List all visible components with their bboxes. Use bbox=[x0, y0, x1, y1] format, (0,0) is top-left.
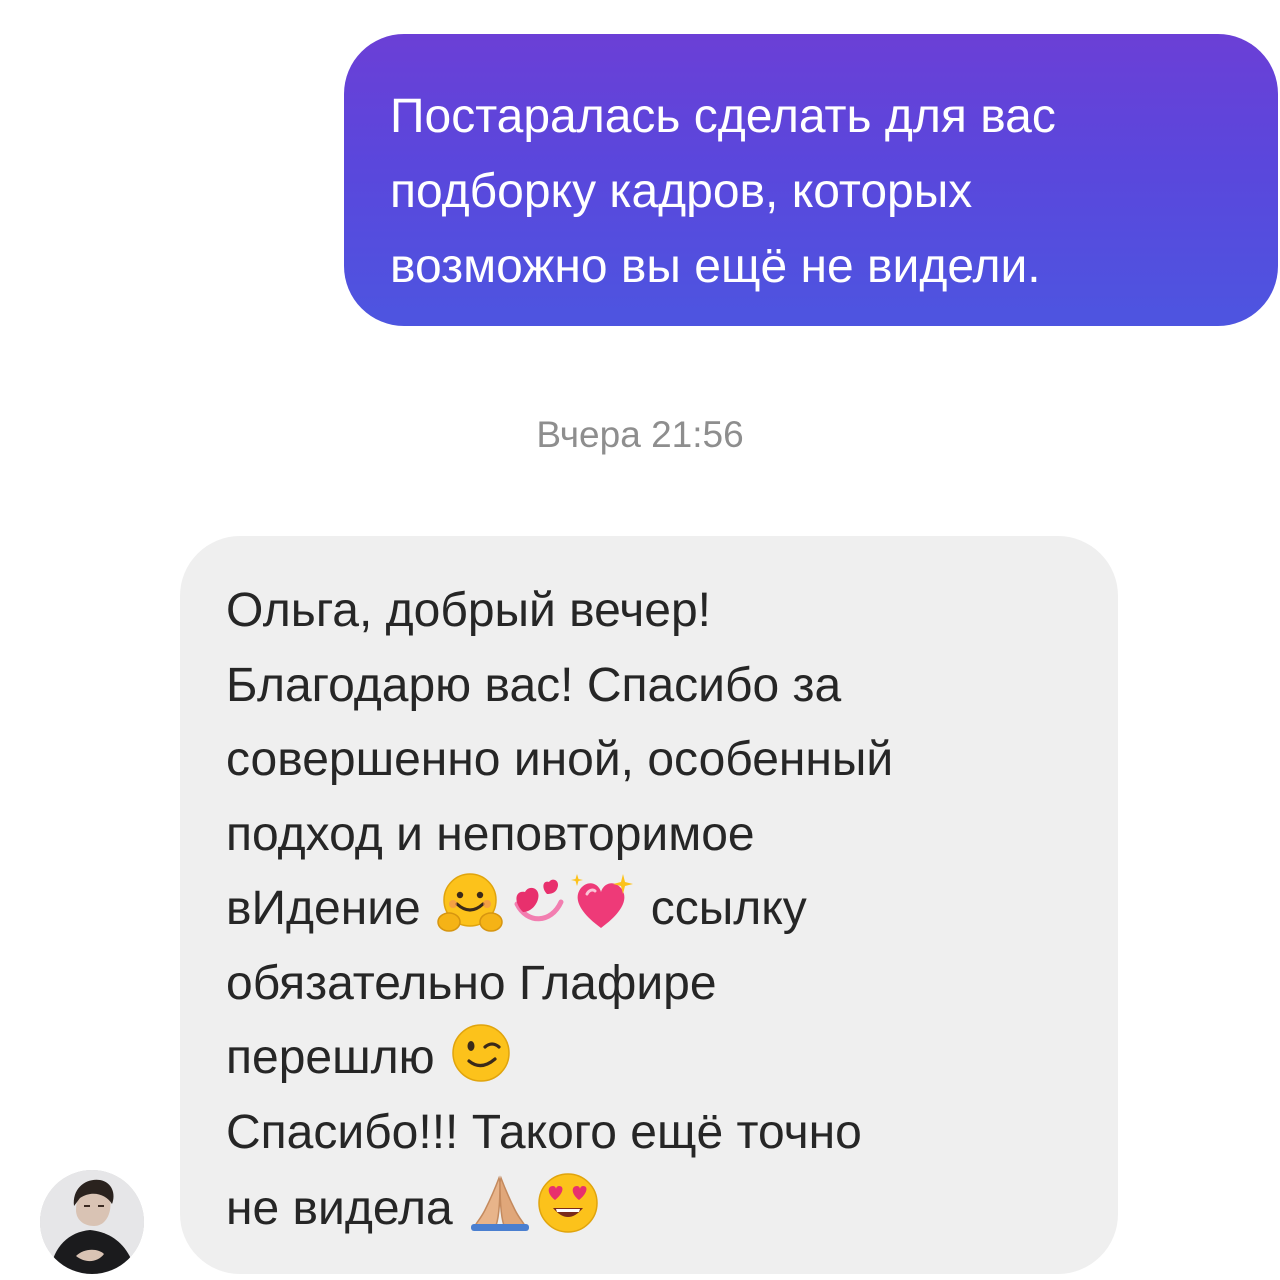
message-line-with-emoji: не видела bbox=[226, 1170, 1088, 1247]
winking-face-icon bbox=[449, 1021, 513, 1083]
message-line: Благодарю вас! Спасибо за bbox=[226, 658, 842, 712]
incoming-message-bubble[interactable]: Ольга, добрый вечер! Благодарю вас! Спас… bbox=[180, 536, 1118, 1274]
sparkling-heart-icon bbox=[569, 872, 635, 934]
message-line: Ольга, добрый вечер! bbox=[226, 584, 711, 637]
message-text: не видела bbox=[226, 1182, 453, 1235]
message-line: возможно вы ещё не видели. bbox=[390, 240, 1041, 293]
outgoing-message-bubble[interactable]: Постаралась сделать для вас подборку кад… bbox=[344, 34, 1278, 326]
hugging-face-icon bbox=[435, 872, 505, 934]
message-line: Постаралась сделать для вас bbox=[390, 90, 1056, 143]
heart-eyes-face-icon bbox=[535, 1170, 601, 1234]
folded-hands-icon bbox=[469, 1172, 531, 1234]
sender-avatar[interactable] bbox=[40, 1170, 144, 1274]
message-line-with-emoji: перешлю bbox=[226, 1021, 1088, 1096]
message-line: подход и неповторимое bbox=[226, 807, 755, 861]
message-line: совершенно иной, особенный bbox=[226, 733, 894, 786]
message-line: обязательно Глафире bbox=[226, 956, 717, 1010]
revolving-hearts-icon bbox=[507, 872, 567, 934]
message-timestamp: Вчера 21:56 bbox=[536, 414, 744, 455]
avatar-photo bbox=[40, 1170, 144, 1274]
message-text: ссылку bbox=[650, 882, 807, 935]
message-text: перешлю bbox=[226, 1031, 435, 1084]
message-text: вИдение bbox=[226, 882, 421, 935]
message-line-with-emoji: вИдение ссылку bbox=[226, 872, 1088, 947]
message-line: подборку кадров, которых bbox=[390, 165, 973, 218]
message-line: Спасибо!!! Такого ещё точно bbox=[226, 1105, 862, 1159]
chat-thread: Постаралась сделать для вас подборку кад… bbox=[0, 0, 1280, 1280]
